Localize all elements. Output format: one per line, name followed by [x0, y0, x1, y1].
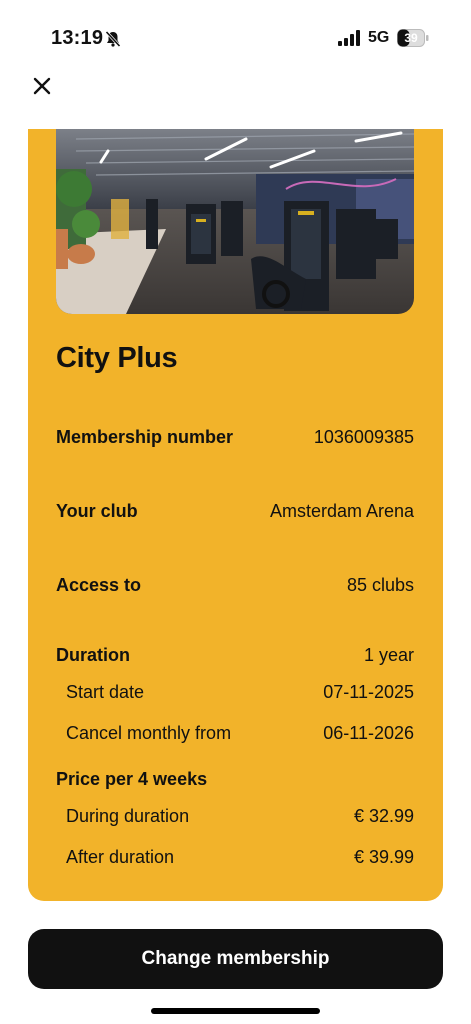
status-time: 13:19	[51, 27, 104, 49]
status-bar: 13:19 5G 39	[0, 0, 471, 70]
battery-level: 39	[404, 31, 418, 45]
row-value: 1 year	[363, 645, 414, 665]
bell-slash-icon	[105, 30, 121, 48]
row-value: 85 clubs	[346, 575, 414, 595]
row-label: After duration	[66, 847, 175, 867]
cancel-date-row: Cancel monthly from 06-11-2026	[56, 723, 414, 744]
gym-illustration	[56, 129, 414, 314]
row-value: 06-11-2026	[323, 723, 414, 743]
row-label: Your club	[56, 501, 138, 521]
row-value: € 32.99	[353, 806, 414, 826]
row-value: € 39.99	[353, 847, 414, 867]
row-label: Cancel monthly from	[66, 723, 232, 743]
close-icon[interactable]	[28, 72, 56, 100]
after-duration-row: After duration € 39.99	[56, 847, 414, 868]
row-label: During duration	[66, 806, 190, 826]
price-heading-row: Price per 4 weeks	[56, 769, 414, 790]
plan-title: City Plus	[56, 342, 178, 374]
signal-icon	[338, 30, 360, 46]
home-indicator[interactable]	[151, 1008, 320, 1014]
gym-photo	[56, 129, 414, 314]
row-label: Start date	[66, 682, 145, 702]
row-label: Duration	[56, 645, 130, 665]
row-label: Price per 4 weeks	[56, 769, 208, 789]
row-label: Access to	[56, 575, 142, 595]
change-membership-button[interactable]: Change membership	[28, 929, 443, 989]
membership-card: City Plus Membership number 1036009385 Y…	[28, 129, 443, 901]
during-duration-row: During duration € 32.99	[56, 806, 414, 827]
access-row: Access to 85 clubs	[56, 575, 414, 596]
your-club-row: Your club Amsterdam Arena	[56, 501, 414, 522]
start-date-row: Start date 07-11-2025	[56, 682, 414, 703]
row-value: Amsterdam Arena	[269, 501, 414, 521]
network-label: 5G	[368, 29, 390, 46]
row-label: Membership number	[56, 427, 234, 447]
duration-row: Duration 1 year	[56, 645, 414, 666]
row-value: 07-11-2025	[323, 682, 414, 702]
membership-number-row: Membership number 1036009385	[56, 427, 414, 448]
row-value: 1036009385	[313, 427, 414, 447]
